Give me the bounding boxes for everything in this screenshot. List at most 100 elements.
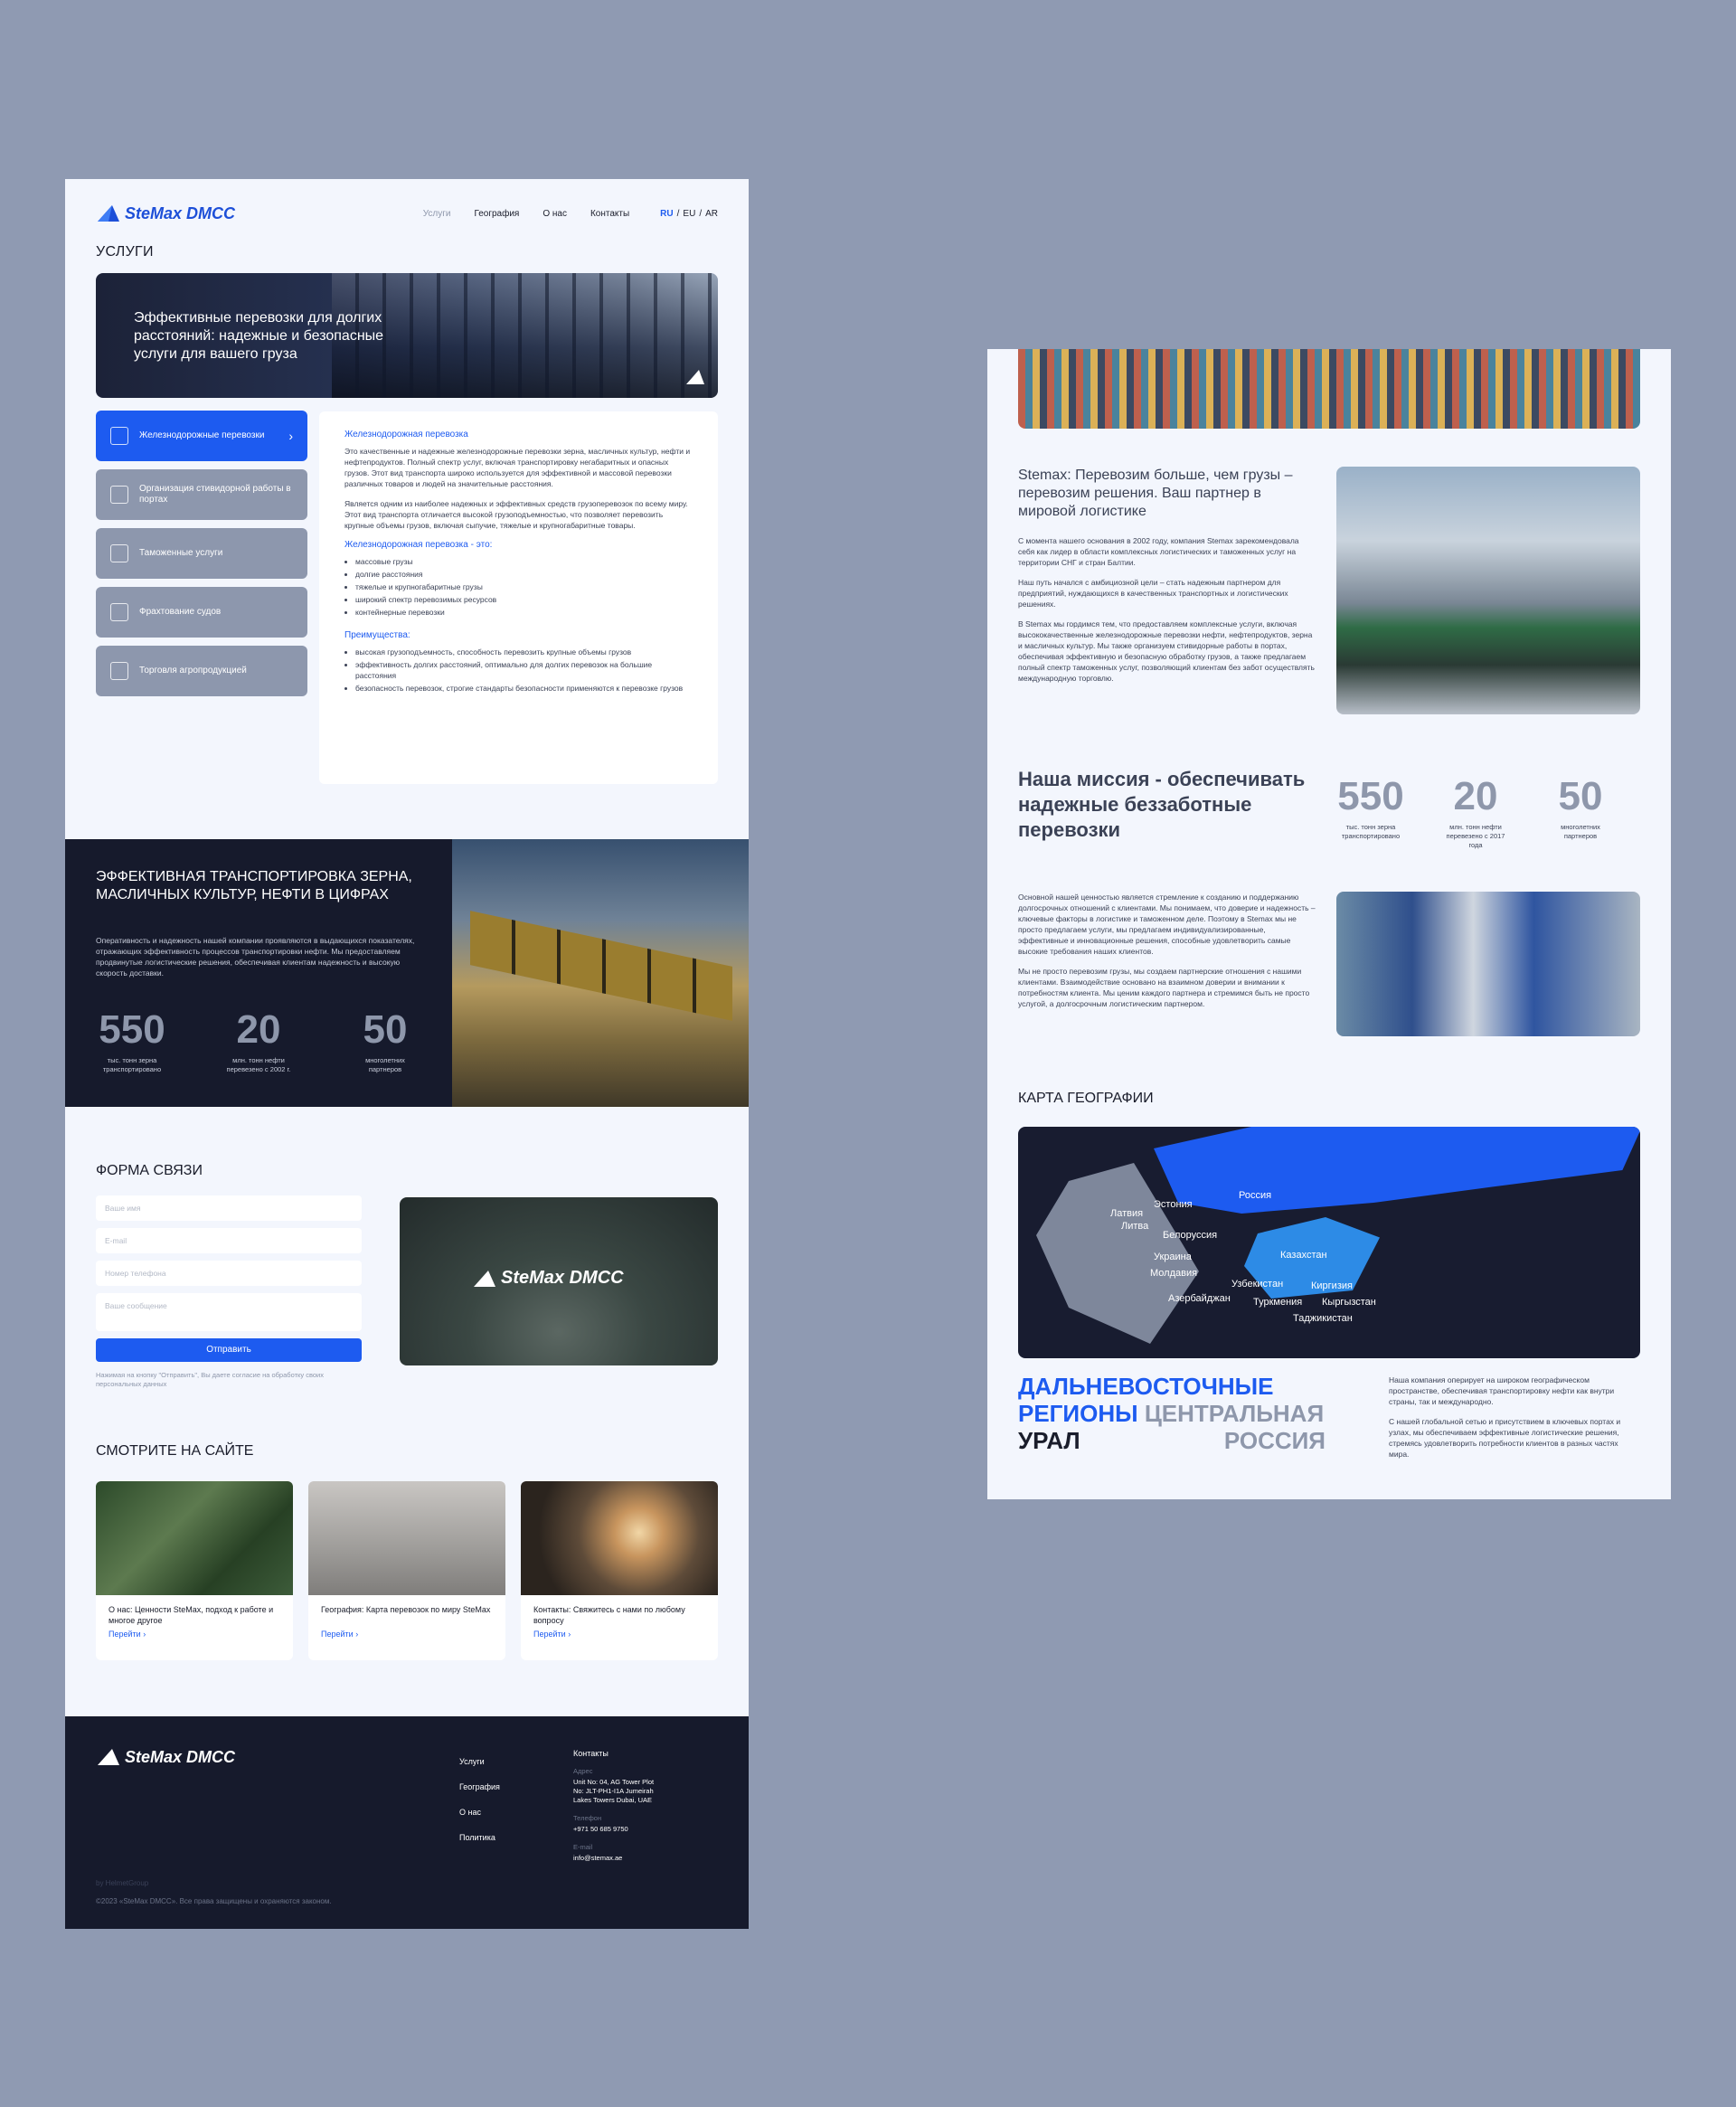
map-label: Литва	[1121, 1221, 1149, 1232]
services-title: УСЛУГИ	[96, 244, 154, 260]
map-label: Киргизия	[1311, 1280, 1353, 1291]
logo: SteMax DMCC	[472, 1268, 624, 1289]
rail-icon	[110, 427, 128, 445]
services-list: Железнодорожные перевозки › Организация с…	[96, 411, 307, 704]
language-switcher: RU / EU / AR	[660, 208, 718, 219]
page-left: SteMax DMCC Услуги География О нас Конта…	[65, 179, 749, 1929]
regions-list: ДАЛЬНЕВОСТОЧНЫЕ РЕГИОНЫ ЦЕНТРАЛЬНАЯ УРАЛ…	[1018, 1373, 1326, 1454]
footer-link-services[interactable]: Услуги	[459, 1749, 500, 1774]
card-about[interactable]: О нас: Ценности SteMax, подход к работе …	[96, 1481, 293, 1660]
stat-oil: 20 млн. тонн нефти перевезено с 2002 г.	[226, 1007, 291, 1073]
service-stevedoring[interactable]: Организация стивидорной работы в портах	[96, 469, 307, 520]
geography-text: Наша компания оперирует на широком геогр…	[1389, 1375, 1621, 1459]
header: SteMax DMCC Услуги География О нас Конта…	[96, 192, 718, 235]
mission-stats: 550 тыс. тонн зерна транспортировано 20 мл…	[1335, 774, 1617, 850]
silo-train-image	[1336, 467, 1640, 714]
message-field[interactable]: Ваше сообщение	[96, 1293, 362, 1331]
form-title: ФОРМА СВЯЗИ	[96, 1163, 203, 1178]
map-label: Узбекистан	[1231, 1279, 1284, 1290]
lang-eu[interactable]: EU	[683, 209, 695, 219]
phone[interactable]: +971 50 685 9750	[573, 1825, 664, 1834]
stat-grain: 550 тыс. тонн зерна транспортировано	[99, 1007, 165, 1073]
brand-name: SteMax DMCC	[125, 203, 236, 222]
map-label: Азербайджан	[1168, 1293, 1231, 1304]
service-rail[interactable]: Железнодорожные перевозки ›	[96, 411, 307, 461]
footer-link-policy[interactable]: Политика	[459, 1825, 500, 1850]
footer-link-about[interactable]: О нас	[459, 1800, 500, 1825]
bridge-image: SteMax DMCC	[400, 1197, 718, 1365]
footer-contacts: Контакты Адрес Unit No: 04, AG Tower Plo…	[573, 1749, 664, 1863]
footer: SteMax DMCC Услуги География О нас Полит…	[65, 1716, 749, 1929]
card-geography[interactable]: География: Карта перевозок по миру SteMa…	[308, 1481, 505, 1660]
card-contacts[interactable]: Контакты: Свяжитесь с нами по любому воп…	[521, 1481, 718, 1660]
see-cards: О нас: Ценности SteMax, подход к работе …	[96, 1481, 718, 1660]
logo-sail-icon	[98, 205, 119, 222]
map-label: Молдавия	[1150, 1268, 1198, 1279]
submit-button[interactable]: Отправить	[96, 1338, 362, 1362]
nav-services[interactable]: Услуги	[423, 209, 451, 219]
crane-icon	[110, 486, 128, 504]
nav-geography[interactable]: География	[474, 209, 519, 219]
lang-ar[interactable]: AR	[705, 209, 718, 219]
stats-numbers: 550 тыс. тонн зерна транспортировано 20 мл…	[96, 1007, 421, 1074]
service-agro-trade[interactable]: Торговля агропродукцией	[96, 646, 307, 696]
phone-field[interactable]: Номер телефона	[96, 1261, 362, 1286]
map-label: Казахстан	[1280, 1250, 1327, 1261]
footer-link-geography[interactable]: География	[459, 1774, 500, 1800]
stat-partners: 50 многолетних партнеров	[1558, 774, 1603, 840]
features-list: массовые грузы долгие расстояния тяжелые…	[355, 556, 693, 618]
stat-oil: 20 млн. тонн нефти перевезено с 2017 года	[1446, 774, 1505, 849]
lang-ru[interactable]: RU	[660, 209, 673, 219]
map-label: Эстония	[1154, 1199, 1193, 1210]
chevron-right-icon: ›	[288, 429, 293, 443]
see-title: СМОТРИТЕ НА САЙТЕ	[96, 1443, 254, 1459]
forest-road-image	[96, 1481, 293, 1595]
map-label: Туркмения	[1253, 1297, 1303, 1308]
stat-partners: 50 многолетних партнеров	[363, 1007, 408, 1073]
advantages-list: высокая грузоподъемность, способность пе…	[355, 647, 693, 694]
email[interactable]: info@stemax.ae	[573, 1854, 664, 1863]
address: Unit No: 04, AG Tower Plot No: JLT-PH1-I…	[573, 1778, 655, 1804]
service-details: Железнодорожная перевозка Это качественн…	[319, 411, 718, 784]
logo[interactable]: SteMax DMCC	[96, 203, 235, 223]
service-customs[interactable]: Таможенные услуги	[96, 528, 307, 579]
chevron-right-icon: ›	[355, 1630, 359, 1639]
nav-contacts[interactable]: Контакты	[590, 209, 629, 219]
grain-icon	[110, 662, 128, 680]
email-field[interactable]: E-mail	[96, 1228, 362, 1253]
grain-train-photo	[452, 839, 749, 1107]
mission-heading: Наша миссия - обеспечивать надежные безз…	[1018, 768, 1306, 841]
logo-sail-icon	[686, 370, 704, 384]
sunset-rails-image	[521, 1481, 718, 1595]
russia-region	[1154, 1127, 1640, 1214]
geography-map: Россия Эстония Латвия Литва Белоруссия У…	[1018, 1127, 1640, 1358]
values-text: Основной нашей ценностью является стремл…	[1018, 893, 1316, 1008]
chevron-right-icon: ›	[143, 1630, 146, 1639]
hero-text: Эффективные перевозки для долгих расстоя…	[134, 310, 384, 362]
service-chartering[interactable]: Фрахтование судов	[96, 587, 307, 638]
logo-sail-icon	[98, 1749, 119, 1765]
credits[interactable]: by HelmetGroup	[96, 1879, 148, 1887]
map-label: Украина	[1154, 1252, 1192, 1262]
port-containers-image	[1018, 349, 1640, 429]
footer-links: Услуги География О нас Политика	[459, 1749, 500, 1850]
stat-grain: 550 тыс. тонн зерна транспортировано	[1337, 774, 1404, 840]
map-title: КАРТА ГЕОГРАФИИ	[1018, 1091, 1154, 1106]
about-text: С момента нашего основания в 2002 году, …	[1018, 536, 1315, 683]
chevron-right-icon: ›	[568, 1630, 571, 1639]
hero-banner: Эффективные перевозки для долгих расстоя…	[96, 273, 718, 398]
about-heading: Stemax: Перевозим больше, чем грузы – пе…	[1018, 468, 1293, 519]
main-nav: Услуги География О нас Контакты	[423, 209, 629, 219]
map-label: Россия	[1239, 1190, 1272, 1201]
stats-section: ЭФФЕКТИВНАЯ ТРАНСПОРТИРОВКА ЗЕРНА, МАСЛИ…	[65, 839, 749, 1107]
logo-sail-icon	[474, 1270, 495, 1287]
customs-icon	[110, 544, 128, 562]
copyright: ©2023 «SteMax DMCC». Все права защищены …	[96, 1897, 332, 1905]
map-label: Таджикистан	[1293, 1313, 1353, 1324]
name-field[interactable]: Ваше имя	[96, 1195, 362, 1221]
nav-about[interactable]: О нас	[542, 209, 567, 219]
contact-form: Ваше имя E-mail Номер телефона Ваше сооб…	[96, 1195, 362, 1389]
map-label: Латвия	[1110, 1208, 1144, 1219]
footer-logo[interactable]: SteMax DMCC	[96, 1747, 235, 1767]
stats-description: Оперативность и надежность нашей компани…	[96, 936, 415, 978]
